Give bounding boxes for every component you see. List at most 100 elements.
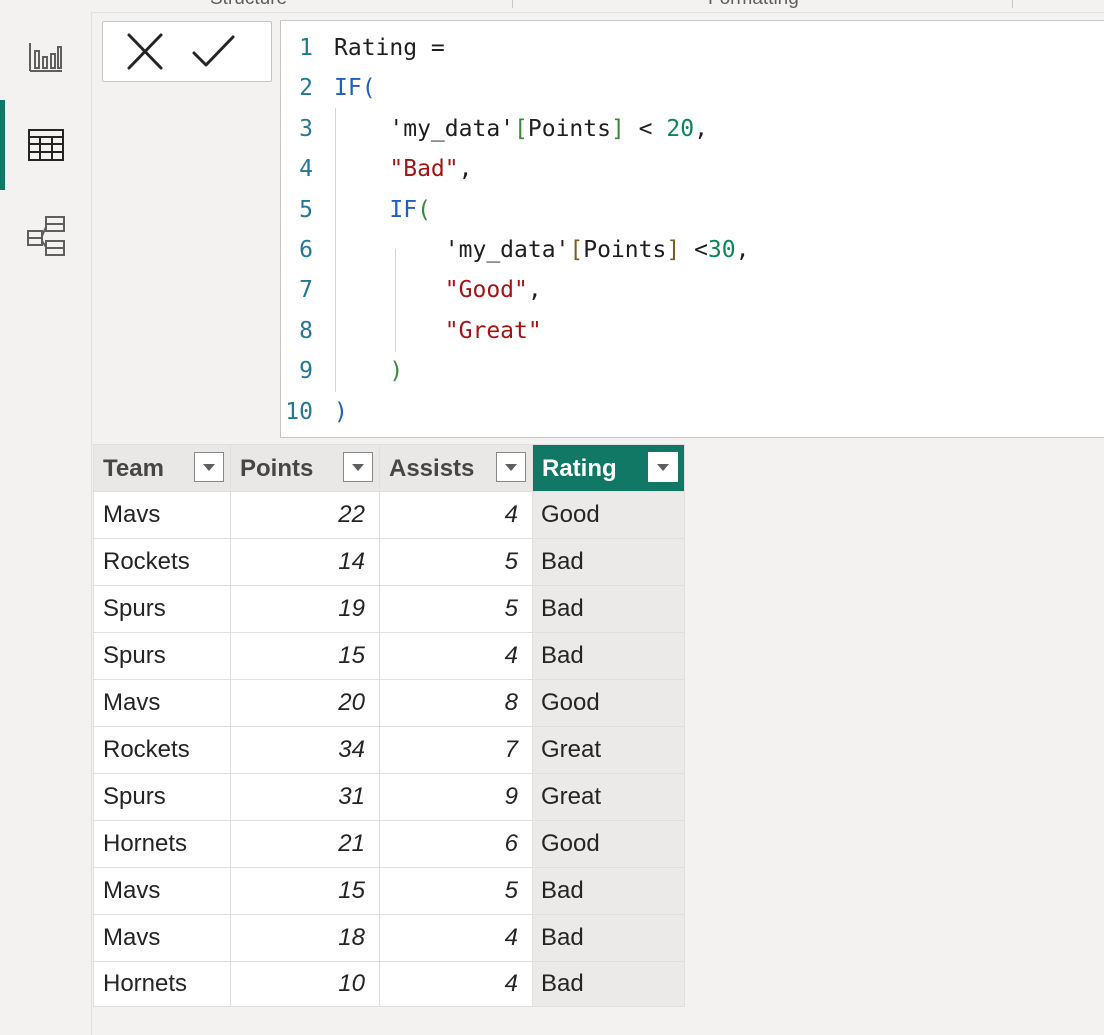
table-row: Spurs 31 9 Great bbox=[93, 773, 685, 821]
cell-points[interactable]: 15 bbox=[230, 867, 380, 915]
code-token: ] bbox=[666, 237, 681, 263]
cell-points[interactable]: 20 bbox=[230, 679, 380, 727]
formula-editor[interactable]: 1 Rating = 2 IF(3 'my_data'[Points] < 20, 4… bbox=[280, 20, 1104, 438]
cell-rating[interactable]: Bad bbox=[532, 914, 685, 962]
cell-team[interactable]: Rockets bbox=[93, 726, 231, 774]
commit-button[interactable] bbox=[191, 32, 235, 72]
cell-team[interactable]: Rockets bbox=[93, 538, 231, 586]
table-row: Spurs 19 5 Bad bbox=[93, 585, 685, 633]
cell-rating[interactable]: Bad bbox=[532, 867, 685, 915]
cell-team[interactable]: Mavs bbox=[93, 867, 231, 915]
formula-code: "Great" bbox=[334, 311, 542, 351]
code-token: Rating = bbox=[334, 35, 459, 61]
code-token: [ bbox=[569, 237, 584, 263]
line-number: 7 bbox=[299, 277, 313, 304]
formula-commit-bar bbox=[102, 21, 272, 82]
code-token: "Great" bbox=[444, 317, 542, 344]
cell-points[interactable]: 21 bbox=[230, 820, 380, 868]
cell-assists[interactable]: 4 bbox=[379, 914, 533, 962]
code-token: Points bbox=[583, 237, 667, 263]
formula-code: "Good", bbox=[334, 270, 542, 310]
model-view-icon bbox=[27, 216, 65, 256]
column-header-rating[interactable]: Rating bbox=[532, 444, 685, 492]
filter-dropdown-icon[interactable] bbox=[648, 452, 678, 482]
cell-rating[interactable]: Bad bbox=[532, 961, 685, 1007]
cell-rating[interactable]: Great bbox=[532, 773, 685, 821]
table-row: Spurs 15 4 Bad bbox=[93, 632, 685, 680]
table-row: Mavs 20 8 Good bbox=[93, 679, 685, 727]
cell-points[interactable]: 31 bbox=[230, 773, 380, 821]
table-row: Mavs 22 4 Good bbox=[93, 491, 685, 539]
report-view-icon bbox=[29, 43, 62, 72]
cell-assists[interactable]: 5 bbox=[379, 867, 533, 915]
formula-code: IF( bbox=[334, 68, 376, 108]
cell-rating[interactable]: Great bbox=[532, 726, 685, 774]
line-number: 3 bbox=[299, 115, 313, 142]
cell-points[interactable]: 10 bbox=[230, 961, 380, 1007]
data-grid: Team Points Assists Rating Mavs 22 4 Good Ro… bbox=[93, 444, 685, 1007]
line-number: 1 bbox=[299, 35, 313, 61]
cell-rating[interactable]: Bad bbox=[532, 632, 685, 680]
filter-dropdown-icon[interactable] bbox=[194, 452, 224, 482]
column-header-team[interactable]: Team bbox=[93, 444, 231, 492]
cell-team[interactable]: Mavs bbox=[93, 491, 231, 539]
cell-team[interactable]: Spurs bbox=[93, 632, 231, 680]
cell-team[interactable]: Mavs bbox=[93, 914, 231, 962]
cell-points[interactable]: 19 bbox=[230, 585, 380, 633]
cell-points[interactable]: 14 bbox=[230, 538, 380, 586]
cell-assists[interactable]: 6 bbox=[379, 820, 533, 868]
code-token: 'my_data' bbox=[334, 115, 515, 142]
cell-assists[interactable]: 5 bbox=[379, 585, 533, 633]
filter-dropdown-icon[interactable] bbox=[343, 452, 373, 482]
line-number: 10 bbox=[285, 398, 313, 425]
cell-assists[interactable]: 4 bbox=[379, 632, 533, 680]
column-header-points[interactable]: Points bbox=[230, 444, 380, 492]
cell-rating[interactable]: Bad bbox=[532, 538, 685, 586]
view-rail bbox=[0, 12, 92, 1035]
cell-team[interactable]: Hornets bbox=[93, 961, 231, 1007]
checkmark-icon bbox=[192, 35, 235, 67]
cell-assists[interactable]: 5 bbox=[379, 538, 533, 586]
cell-rating[interactable]: Good bbox=[532, 820, 685, 868]
code-token: IF bbox=[389, 196, 418, 223]
cancel-button[interactable] bbox=[123, 32, 167, 72]
code-token: , bbox=[694, 115, 708, 142]
cell-team[interactable]: Hornets bbox=[93, 820, 231, 868]
cell-assists[interactable]: 7 bbox=[379, 726, 533, 774]
code-token: ) bbox=[389, 358, 404, 385]
cell-assists[interactable]: 9 bbox=[379, 773, 533, 821]
cell-rating[interactable]: Good bbox=[532, 679, 685, 727]
cell-points[interactable]: 22 bbox=[230, 491, 380, 539]
formula-code: ) bbox=[334, 392, 348, 432]
ribbon-strip: Structure Formatting bbox=[0, 0, 1104, 13]
cell-team[interactable]: Spurs bbox=[93, 585, 231, 633]
cell-points[interactable]: 34 bbox=[230, 726, 380, 774]
line-number: 8 bbox=[299, 317, 313, 344]
cell-assists[interactable]: 4 bbox=[379, 961, 533, 1007]
column-header-assists[interactable]: Assists bbox=[379, 444, 533, 492]
cell-team[interactable]: Mavs bbox=[93, 679, 231, 727]
cell-rating[interactable]: Good bbox=[532, 491, 685, 539]
formula-code: "Bad", bbox=[334, 149, 473, 189]
column-header-label: Rating bbox=[542, 455, 617, 482]
cell-team[interactable]: Spurs bbox=[93, 773, 231, 821]
cell-points[interactable]: 18 bbox=[230, 914, 380, 962]
cell-points[interactable]: 15 bbox=[230, 632, 380, 680]
filter-dropdown-icon[interactable] bbox=[496, 452, 526, 482]
code-token: ] bbox=[610, 115, 625, 142]
code-token: IF bbox=[334, 75, 362, 102]
formula-code: Rating = bbox=[334, 28, 459, 68]
code-token: , bbox=[458, 156, 473, 183]
data-view-button[interactable] bbox=[0, 100, 91, 190]
cell-assists[interactable]: 8 bbox=[379, 679, 533, 727]
cell-assists[interactable]: 4 bbox=[379, 491, 533, 539]
model-view-button[interactable] bbox=[0, 190, 91, 280]
cell-rating[interactable]: Bad bbox=[532, 585, 685, 633]
formula-code: IF( bbox=[334, 190, 431, 230]
report-view-button[interactable] bbox=[0, 12, 91, 102]
code-token: ( bbox=[361, 75, 376, 102]
code-token: , bbox=[735, 237, 750, 263]
ribbon-separator bbox=[1012, 0, 1013, 8]
